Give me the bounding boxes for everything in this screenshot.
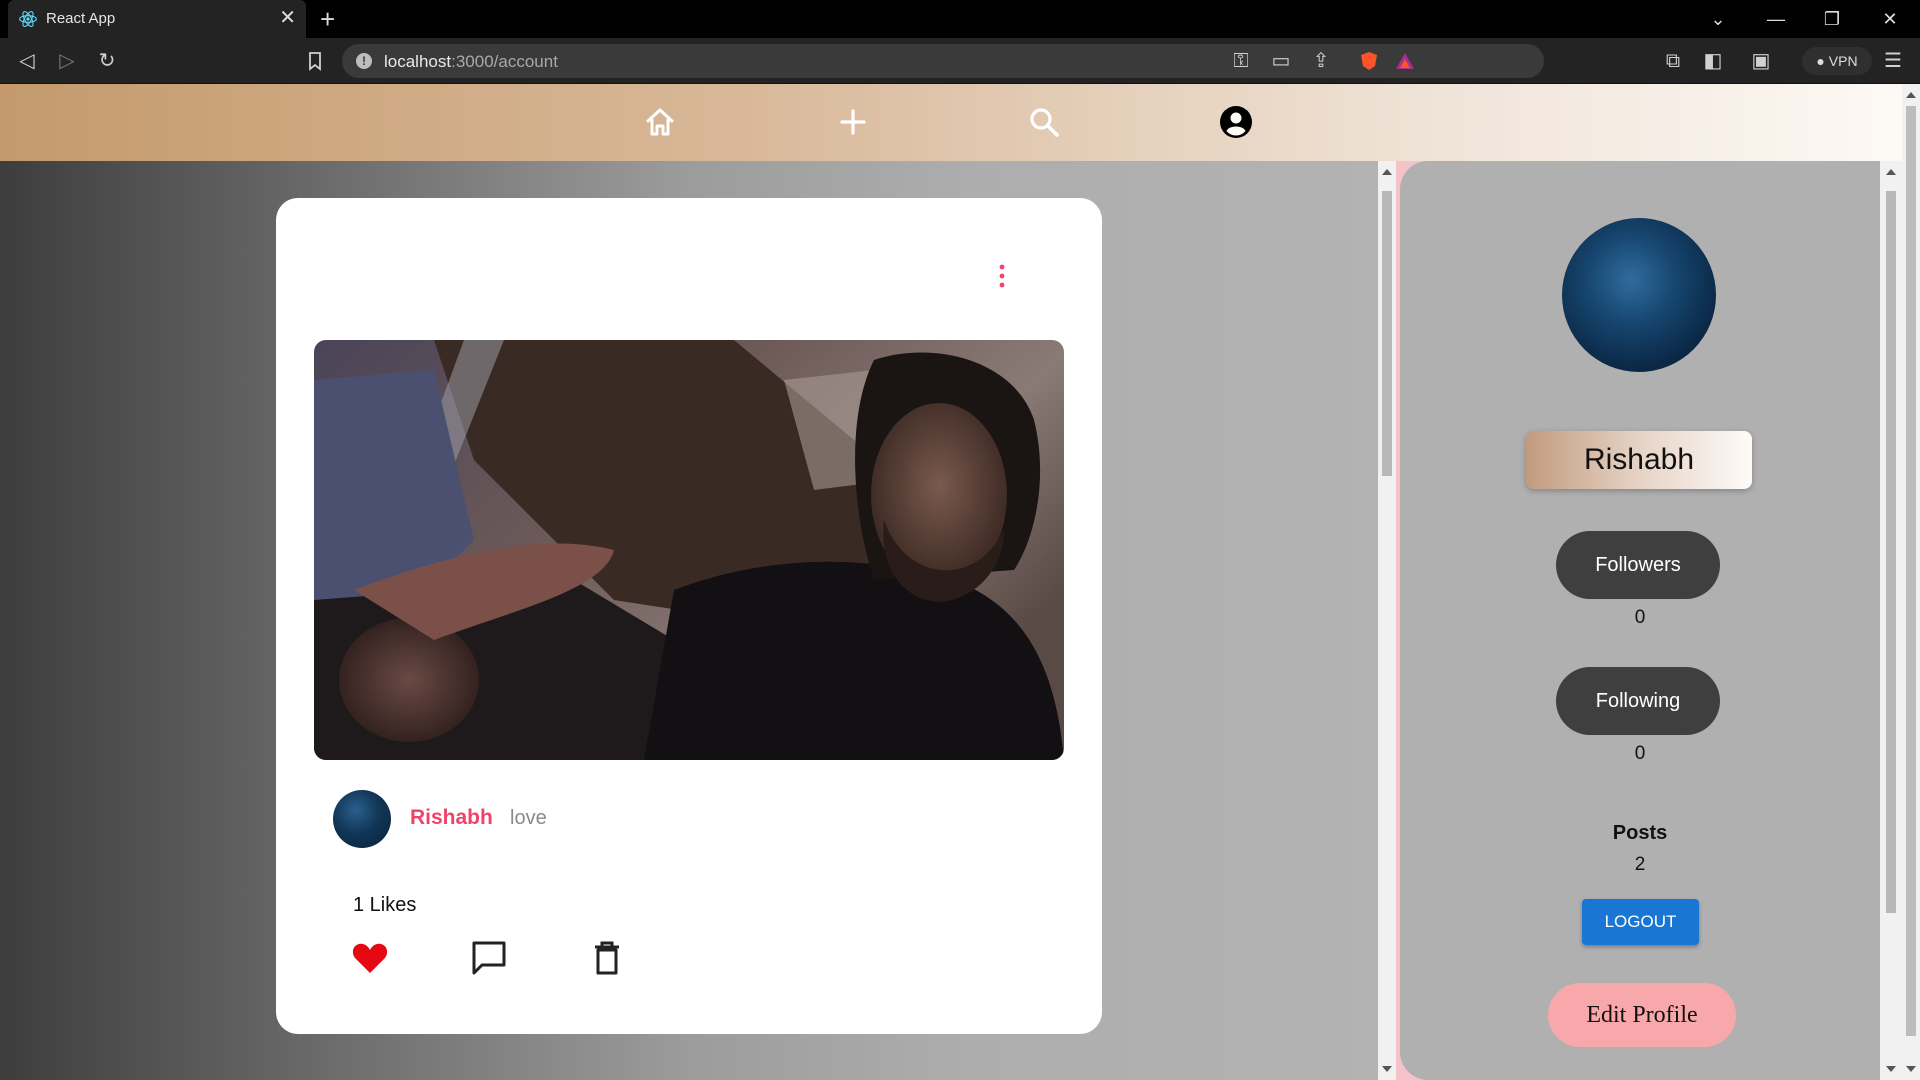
back-icon[interactable]: ◁ [16,50,38,72]
bookmark-icon[interactable] [304,50,326,72]
likes-count[interactable]: 1 Likes [353,894,416,917]
page-scroll-down-icon[interactable] [1906,1066,1916,1072]
close-tab-icon[interactable]: ✕ [279,6,296,30]
vpn-label: VPN [1828,53,1858,69]
profile-avatar[interactable] [1562,218,1716,372]
profile-scroll-up-icon[interactable] [1886,169,1896,175]
logout-button[interactable]: LOGOUT [1582,899,1699,945]
profile-name: Rishabh [1526,431,1752,489]
site-info-icon[interactable]: ! [356,53,372,69]
brave-rewards-icon[interactable] [1394,50,1416,72]
page-scrollbar[interactable] [1902,84,1920,1080]
new-tab-icon[interactable]: + [320,4,335,34]
feed-scrollbar[interactable] [1378,161,1396,1080]
menu-icon[interactable]: ☰ [1882,50,1904,72]
url-text: localhost:3000/account [384,52,558,72]
comment-icon[interactable] [469,938,509,978]
vpn-button[interactable]: ● VPN [1802,47,1872,75]
extensions-icon[interactable]: ⧉ [1662,50,1684,72]
browser-tab[interactable]: React App ✕ [8,0,306,38]
profile-scroll-thumb[interactable] [1886,191,1896,913]
post-card: Rishabh love 1 Likes [276,198,1102,1034]
restore-icon[interactable]: ❐ [1808,0,1856,38]
url-host: localhost [384,52,452,71]
following-count: 0 [1634,743,1646,764]
url-path: :3000/account [451,52,558,71]
minimize-icon[interactable]: — [1752,0,1800,38]
key-icon[interactable]: ⚿ [1230,50,1252,72]
home-icon[interactable] [642,104,678,140]
tab-search-chevron-icon[interactable]: ⌄ [1694,0,1742,38]
like-heart-icon[interactable] [350,938,390,978]
forward-icon[interactable]: ▷ [56,50,78,72]
app-navbar [0,84,1902,161]
followers-count: 0 [1634,607,1646,628]
sidebar-icon[interactable]: ◧ [1702,50,1724,72]
profile-panel: Rishabh Followers 0 Following 0 Posts 2 … [1396,161,1902,1080]
feed-area: Rishabh love 1 Likes [0,161,1380,1080]
posts-label: Posts [1612,822,1668,844]
scroll-up-icon[interactable] [1382,169,1392,175]
following-button[interactable]: Following [1556,667,1720,735]
profile-card: Rishabh Followers 0 Following 0 Posts 2 … [1400,161,1880,1080]
tab-title: React App [46,10,116,27]
post-author-name[interactable]: Rishabh [410,806,493,830]
search-icon[interactable] [1026,104,1062,140]
profile-scroll-down-icon[interactable] [1886,1066,1896,1072]
web-page: Rishabh love 1 Likes Rishabh Followers 0… [0,84,1902,1080]
post-author-avatar[interactable] [333,790,391,848]
feed-scroll-thumb[interactable] [1382,191,1392,476]
browser-toolbar: ◁ ▷ ↻ ! localhost:3000/account ⚿ ▭ ⇪ ⧉ ◧… [0,38,1920,84]
page-scroll-thumb[interactable] [1906,106,1916,1036]
cast-icon[interactable]: ▭ [1270,50,1292,72]
profile-scrollbar[interactable] [1880,161,1902,1080]
address-bar[interactable]: ! localhost:3000/account ⚿ ▭ ⇪ [342,44,1544,78]
react-logo-icon [19,11,37,27]
scroll-down-icon[interactable] [1382,1066,1392,1072]
edit-profile-button[interactable]: Edit Profile [1548,983,1736,1047]
brave-shield-icon[interactable] [1358,50,1380,72]
post-caption: love [510,807,547,829]
followers-button[interactable]: Followers [1556,531,1720,599]
wallet-icon[interactable]: ▣ [1750,50,1772,72]
more-options-icon[interactable] [992,263,1012,289]
window-close-icon[interactable]: ✕ [1866,0,1914,38]
account-icon[interactable] [1218,104,1254,140]
browser-tab-bar: React App ✕ + ⌄ — ❐ ✕ [0,0,1920,38]
delete-icon[interactable] [587,938,627,978]
posts-count: 2 [1634,854,1646,875]
reload-icon[interactable]: ↻ [96,50,118,72]
page-scroll-up-icon[interactable] [1906,92,1916,98]
post-photo[interactable] [314,340,1064,760]
share-icon[interactable]: ⇪ [1310,50,1332,72]
add-icon[interactable] [835,104,871,140]
